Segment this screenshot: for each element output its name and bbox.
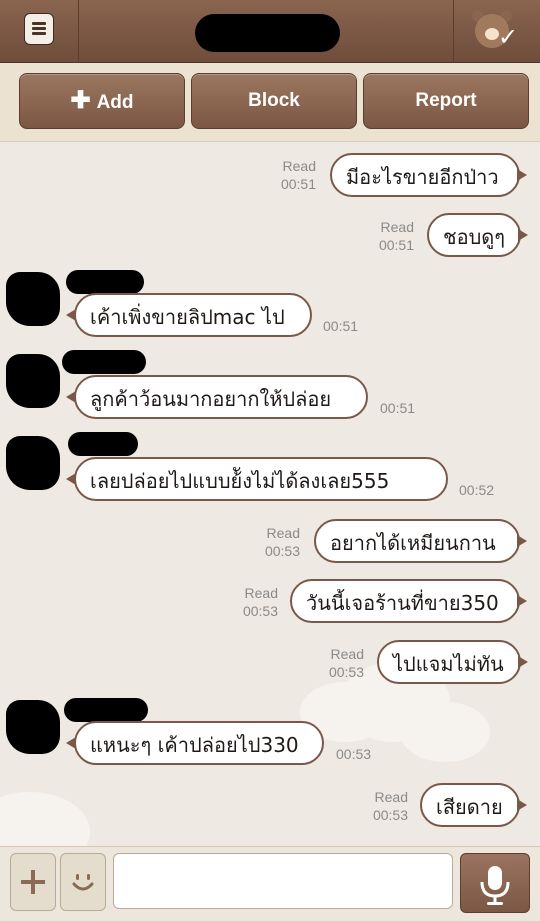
menu-icon — [24, 13, 54, 45]
message-meta: Read 00:51 — [280, 158, 316, 192]
friend-settings-button[interactable]: ✓ — [453, 0, 540, 62]
message-meta: Read 00:53 — [242, 585, 278, 619]
add-button[interactable]: ✚ Add — [19, 73, 185, 129]
message-time: 00:51 — [323, 318, 359, 334]
sender-name-redacted — [68, 432, 138, 456]
microphone-icon — [480, 866, 510, 905]
plus-icon: ✚ — [70, 87, 91, 114]
message-bubble-incoming[interactable]: แหนะๆ เค้าปล่อยไป330 — [66, 721, 324, 765]
sender-name-redacted — [62, 350, 146, 374]
message-meta: Read 00:53 — [328, 646, 364, 680]
chat-header: ✓ — [0, 0, 540, 63]
avatar[interactable] — [6, 354, 60, 408]
message-bubble-incoming[interactable]: เลยปล่อยไปแบบย้ังไม่ได้ลงเลย555 — [66, 457, 448, 501]
input-bar — [0, 846, 540, 921]
action-bar: ✚ Add Block Report — [0, 63, 540, 142]
cloud-decoration — [0, 792, 90, 846]
avatar[interactable] — [6, 272, 60, 326]
voice-button[interactable] — [460, 853, 530, 913]
message-time: 00:53 — [336, 746, 372, 762]
message-bubble-outgoing[interactable]: ชอบดูๆ — [427, 213, 528, 257]
sticker-button[interactable] — [60, 853, 106, 911]
sender-name-redacted — [66, 270, 144, 294]
message-bubble-incoming[interactable]: เค้าเพิ่งขายลิปmac ไป — [66, 293, 312, 337]
avatar[interactable] — [6, 700, 60, 754]
block-button[interactable]: Block — [191, 73, 357, 129]
message-meta: Read 00:53 — [264, 525, 300, 559]
message-bubble-outgoing[interactable]: ไปแจมไม่ทัน — [377, 640, 528, 684]
message-input[interactable] — [113, 853, 453, 909]
chat-title-redacted — [195, 14, 340, 52]
message-bubble-outgoing[interactable]: อยากได้เหมียนกาน — [314, 519, 527, 563]
plus-icon — [21, 870, 45, 894]
sender-name-redacted — [64, 698, 148, 722]
message-meta: Read 00:53 — [372, 789, 408, 823]
avatar[interactable] — [6, 436, 60, 490]
check-icon: ✓ — [498, 23, 519, 51]
chat-area[interactable]: Read 00:51 มีอะไรขายอีกป่าว Read 00:51 ชอบ… — [0, 142, 540, 846]
smiley-icon — [72, 874, 94, 891]
message-time: 00:51 — [380, 400, 416, 416]
message-bubble-outgoing[interactable]: วันนี้เจอร้านที่ขาย350 — [290, 579, 527, 623]
menu-button[interactable] — [0, 0, 79, 62]
attach-button[interactable] — [10, 853, 56, 911]
message-bubble-outgoing[interactable]: มีอะไรขายอีกป่าว — [330, 153, 527, 197]
report-button[interactable]: Report — [363, 73, 529, 129]
message-time: 00:52 — [459, 482, 495, 498]
cloud-decoration — [400, 702, 490, 762]
message-meta: Read 00:51 — [378, 219, 414, 253]
message-bubble-incoming[interactable]: ลูกค้าว้อนมากอยากให้ปล่อย — [66, 375, 368, 419]
message-bubble-outgoing[interactable]: เสียดาย — [420, 783, 527, 827]
